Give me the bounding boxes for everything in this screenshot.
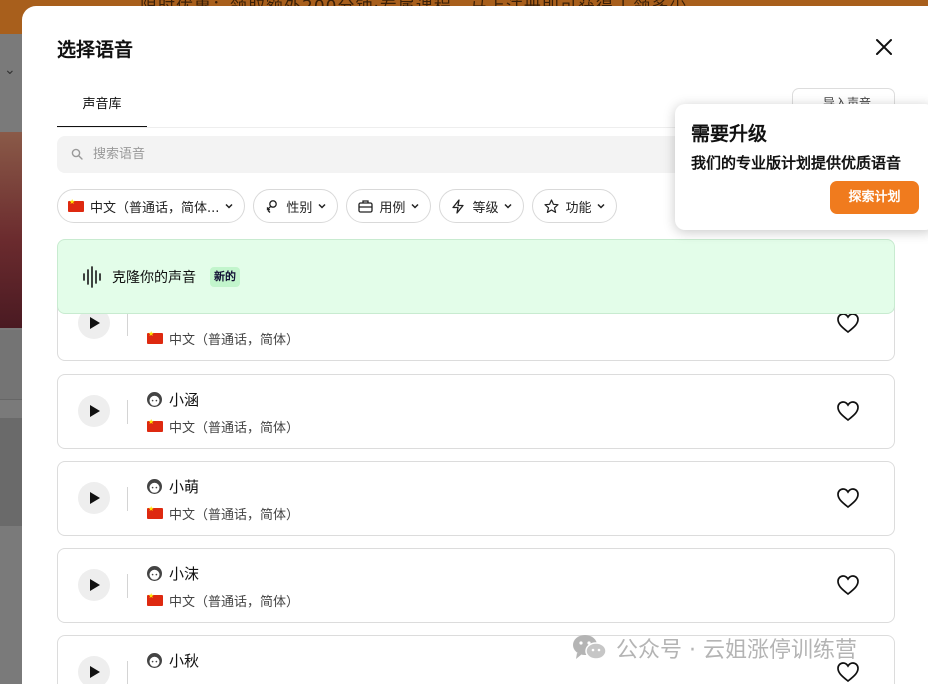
background-panel [0, 418, 22, 526]
play-icon [90, 666, 100, 678]
divider [127, 661, 128, 684]
upgrade-popup: 需要升级 我们的专业版计划提供优质语音 探索计划 [675, 104, 928, 230]
wechat-icon [573, 635, 607, 660]
voice-name: 小萌 [169, 478, 200, 496]
heart-icon[interactable] [836, 661, 860, 683]
upgrade-title: 需要升级 [691, 123, 768, 145]
voice-language: 中文（普通话，简体） [169, 421, 300, 436]
voice-name: 小涵 [169, 391, 200, 409]
china-flag-icon [147, 505, 163, 519]
play-button[interactable] [78, 395, 110, 427]
upgrade-subtitle: 我们的专业版计划提供优质语音 [691, 154, 902, 172]
background-photo [0, 132, 22, 328]
play-icon [90, 405, 100, 417]
play-button[interactable] [78, 569, 110, 601]
heart-icon[interactable] [836, 574, 860, 596]
background-page: ⌄ [0, 34, 22, 684]
voice-name: 小秋 [169, 652, 200, 670]
voice-language: 中文（普通话，简体） [169, 595, 300, 610]
china-flag-icon [147, 592, 163, 606]
voice-name: 小沫 [169, 565, 200, 583]
female-avatar-icon [147, 479, 162, 494]
heart-icon[interactable] [836, 400, 860, 422]
divider [127, 312, 128, 336]
play-icon [90, 317, 100, 329]
explore-plans-button[interactable]: 探索计划 [830, 181, 919, 214]
divider [127, 487, 128, 511]
clone-voice-banner[interactable]: 克隆你的声音 新的 [57, 239, 895, 314]
divider [127, 400, 128, 424]
voice-card[interactable]: 小萌 中文（普通话，简体） [57, 461, 895, 536]
waveform-icon [83, 266, 101, 288]
divider [127, 574, 128, 598]
china-flag-icon [147, 418, 163, 432]
play-button[interactable] [78, 482, 110, 514]
play-button[interactable] [78, 656, 110, 684]
voice-language: 中文（普通话，简体） [169, 333, 300, 348]
heart-icon[interactable] [836, 487, 860, 509]
clone-voice-label: 克隆你的声音 [112, 270, 196, 286]
watermark: 公众号 · 云姐涨停训练营 [572, 632, 857, 664]
female-avatar-icon [147, 392, 162, 407]
play-icon [90, 579, 100, 591]
watermark-text: 公众号 · 云姐涨停训练营 [616, 638, 857, 663]
female-avatar-icon [147, 653, 162, 668]
new-badge: 新的 [210, 267, 240, 287]
background-panel [0, 330, 22, 400]
heart-icon[interactable] [836, 312, 860, 334]
voice-language: 中文（普通话，简体） [169, 508, 300, 523]
china-flag-icon [147, 330, 163, 344]
chevron-down-icon: ⌄ [4, 62, 16, 78]
voice-card[interactable]: 小涵 中文（普通话，简体） [57, 374, 895, 449]
play-icon [90, 492, 100, 504]
voice-card[interactable]: 小沫 中文（普通话，简体） [57, 548, 895, 623]
female-avatar-icon [147, 566, 162, 581]
